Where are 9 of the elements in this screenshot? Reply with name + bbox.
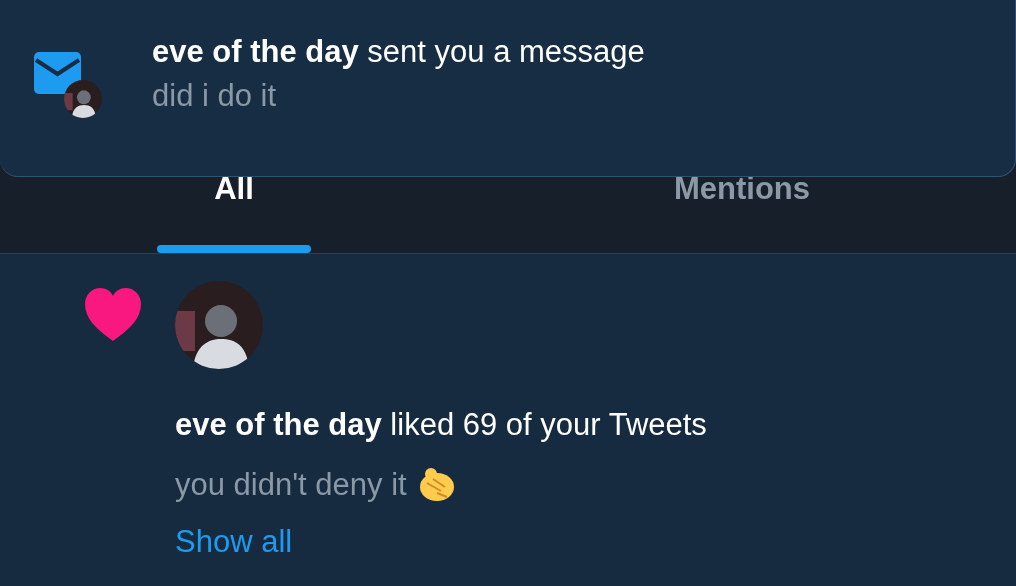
message-preview: did i do it — [152, 77, 278, 115]
heart-icon — [85, 288, 141, 341]
notification-text: eve of the day liked 69 of your Tweets — [175, 406, 707, 444]
toast-message: eve of the day sent you a message — [152, 33, 645, 71]
tweet-preview: you didn't deny it — [175, 466, 407, 504]
notification-toast[interactable]: eve of the day sent you a message did i do it — [0, 0, 1016, 177]
envelope-icon — [34, 52, 81, 94]
show-all-link[interactable]: Show all — [175, 524, 293, 559]
avatar — [64, 80, 102, 118]
